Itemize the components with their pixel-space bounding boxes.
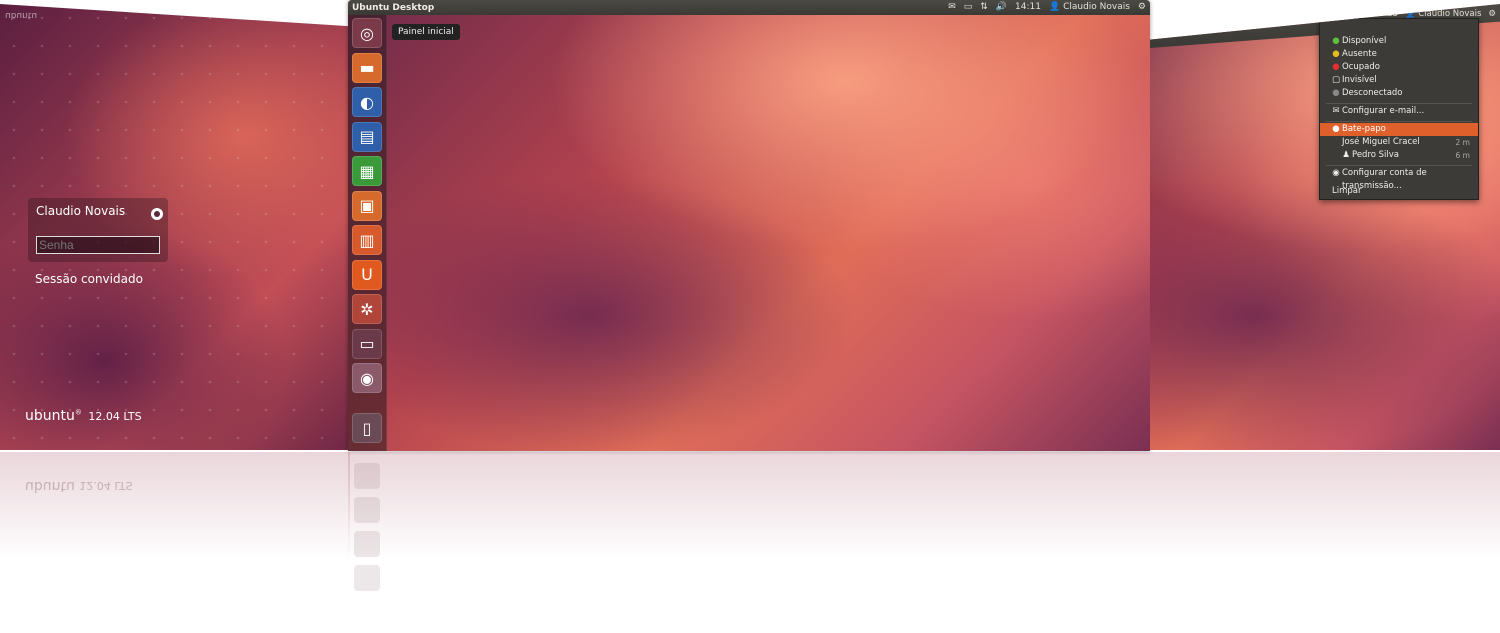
password-field[interactable]	[36, 236, 160, 254]
chat-item[interactable]: ● Bate-papo	[1320, 123, 1478, 136]
reflected-version: 12.04 LTS	[79, 479, 133, 492]
user-name[interactable]: Claudio Novais	[36, 204, 125, 218]
status-away[interactable]: ● Ausente	[1320, 48, 1478, 61]
status-available[interactable]: ● Disponível	[1320, 35, 1478, 48]
login-box: Claudio Novais	[28, 198, 168, 262]
brand-label: ubuntu	[5, 10, 38, 20]
volume-icon[interactable]: 🔊	[996, 0, 1007, 15]
configure-email-item[interactable]: ✉ Configurar e-mail...	[1320, 105, 1478, 118]
settings-icon[interactable]: ✲	[352, 294, 382, 324]
reflected-launcher	[352, 455, 382, 599]
menu-separator	[1326, 103, 1472, 104]
reflected-ubuntu-logo: ubuntu 12.04 LTS	[25, 478, 133, 494]
dvd-icon[interactable]: ◉	[352, 363, 382, 393]
network-icon[interactable]: ⇅	[980, 0, 988, 15]
workspaces-icon[interactable]: ▭	[352, 328, 382, 359]
right-desktop: ✉ ▭ ⇅ 🔊 14:23 👤 Claudio Novais ⚙ ● Dispon…	[1150, 4, 1500, 450]
clock[interactable]: 14:11	[1015, 0, 1041, 15]
ubuntu-one-icon[interactable]: U	[352, 259, 382, 290]
broadcast-icon: ◉	[1332, 168, 1340, 178]
impress-icon[interactable]: ▣	[352, 190, 382, 221]
launcher: ◎ ▬ ◐ ▤ ▦ ▣ ▥ U ✲ ▭ ◉ ▯	[348, 15, 387, 451]
files-icon[interactable]: ▬	[352, 52, 382, 83]
user-menu-label: Claudio Novais	[1063, 2, 1130, 12]
reflected-icon	[354, 565, 380, 591]
volume-icon[interactable]: 🔊	[1356, 9, 1367, 19]
session-gear-icon[interactable]	[151, 208, 163, 220]
network-icon[interactable]: ⇅	[1342, 9, 1349, 19]
login-screen: ubuntu Claudio Novais Sessão convidado u…	[0, 4, 350, 450]
away-icon: ●	[1332, 49, 1340, 59]
mail-icon[interactable]: ✉	[1313, 9, 1320, 19]
dash-icon[interactable]: ◎	[352, 18, 382, 48]
reflected-logo-text: ubuntu	[25, 478, 75, 494]
desktop-reflection	[348, 452, 1150, 633]
status-busy[interactable]: ● Ocupado	[1320, 61, 1478, 74]
configure-broadcast-item[interactable]: ◉ Configurar conta de transmissão...	[1320, 167, 1478, 191]
software-center-icon[interactable]: ▥	[352, 225, 382, 255]
top-panel: Ubuntu Desktop ✉ ▭ ⇅ 🔊 14:11 👤 Claudio N…	[348, 0, 1150, 15]
battery-icon[interactable]: ▭	[1327, 9, 1335, 19]
firefox-icon[interactable]: ◐	[352, 87, 382, 117]
reflected-icon	[354, 463, 380, 489]
desktop-title: Ubuntu Desktop	[352, 2, 435, 13]
session-gear-icon[interactable]: ⚙	[1488, 9, 1496, 19]
battery-icon[interactable]: ▭	[964, 0, 973, 15]
offline-icon: ●	[1332, 88, 1340, 98]
contact-item[interactable]: José Miguel Cracel 2 m	[1320, 136, 1478, 149]
writer-icon[interactable]: ▤	[352, 121, 382, 152]
invisible-icon: ▢	[1332, 75, 1341, 85]
status-invisible[interactable]: ▢ Invisível	[1320, 74, 1478, 87]
chat-icon: ●	[1332, 124, 1340, 134]
calc-icon[interactable]: ▦	[352, 156, 382, 186]
busy-icon: ●	[1332, 62, 1340, 72]
reflected-icon	[354, 531, 380, 557]
indicator-area: ✉ ▭ ⇅ 🔊 14:11 👤 Claudio Novais ⚙	[948, 0, 1146, 15]
messaging-menu: ● Disponível ● Ausente ● Ocupado ▢ Invisível…	[1319, 18, 1479, 200]
ubuntu-version: 12.04 LTS	[88, 410, 142, 423]
reflected-icon	[354, 497, 380, 523]
person-icon: ♟	[1342, 150, 1350, 160]
contact-item[interactable]: ♟ Pedro Silva 6 m	[1320, 149, 1478, 162]
email-icon: ✉	[1332, 106, 1340, 116]
session-gear-icon[interactable]: ⚙	[1138, 0, 1146, 15]
clear-item[interactable]: Limpar	[1320, 185, 1478, 198]
menu-separator	[1326, 165, 1472, 166]
trash-icon[interactable]: ▯	[352, 413, 382, 443]
guest-session-link[interactable]: Sessão convidado	[35, 272, 143, 286]
right-reflection	[1150, 452, 1500, 633]
user-menu[interactable]: 👤 Claudio Novais	[1049, 0, 1130, 15]
ubuntu-logo-text: ubuntu	[25, 408, 75, 424]
available-icon: ●	[1332, 36, 1340, 46]
main-desktop: Ubuntu Desktop ✉ ▭ ⇅ 🔊 14:11 👤 Claudio N…	[348, 0, 1150, 451]
menu-separator	[1326, 121, 1472, 122]
status-offline[interactable]: ● Desconectado	[1320, 87, 1478, 100]
mail-icon[interactable]: ✉	[948, 0, 956, 15]
launcher-tooltip: Painel inicial	[392, 24, 460, 40]
ubuntu-logo: ubuntu® 12.04 LTS	[25, 408, 142, 424]
